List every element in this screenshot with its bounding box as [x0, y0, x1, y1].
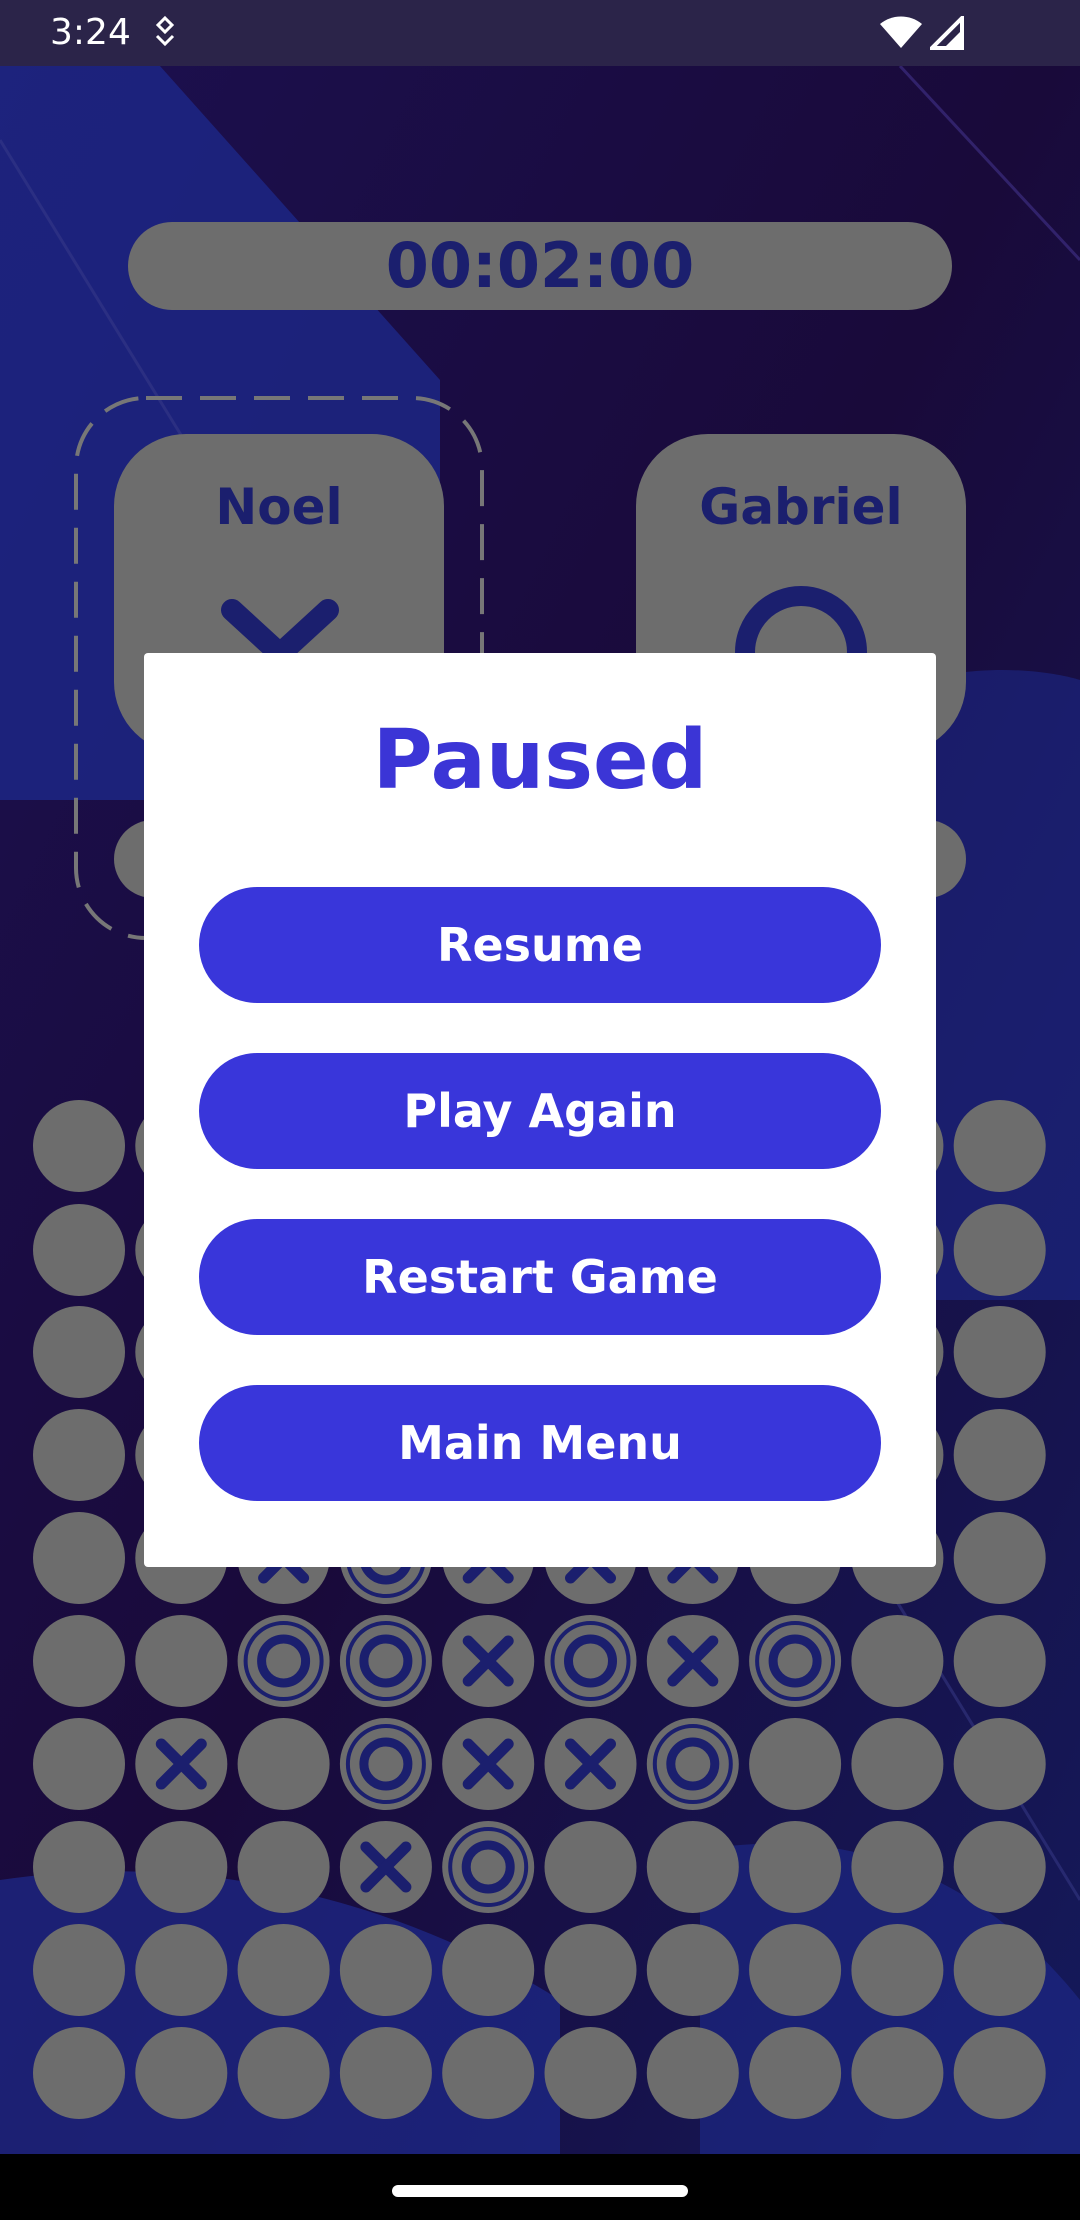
play-again-button[interactable]: Play Again [199, 1053, 881, 1169]
restart-game-button[interactable]: Restart Game [199, 1219, 881, 1335]
status-time: 3:24 [50, 12, 131, 53]
pause-dialog: Paused Resume Play Again Restart Game Ma… [144, 653, 936, 1567]
signal-icon [930, 16, 964, 50]
resume-button[interactable]: Resume [199, 887, 881, 1003]
main-menu-button[interactable]: Main Menu [199, 1385, 881, 1501]
notification-icon [155, 15, 175, 47]
dialog-title: Paused [372, 713, 708, 808]
status-bar: 3:24 [0, 0, 1080, 66]
home-gesture-handle[interactable] [392, 2185, 688, 2197]
wifi-icon [880, 16, 922, 48]
